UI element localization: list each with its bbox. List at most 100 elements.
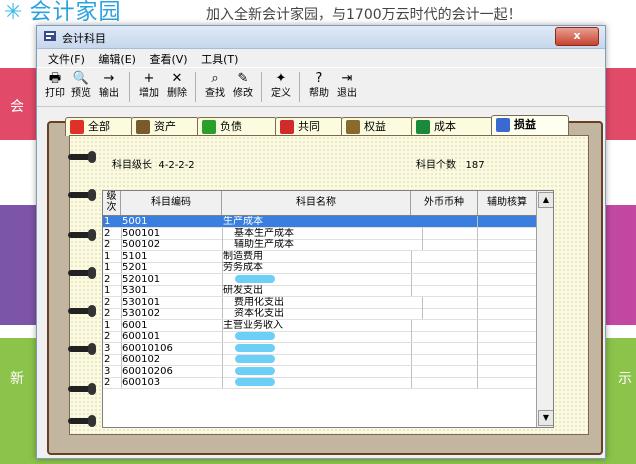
table-row[interactable]: 2 500102 辅助生产成本 xyxy=(103,239,553,251)
add-button[interactable]: + 增加 xyxy=(137,71,161,103)
cell-currency xyxy=(411,250,478,263)
cell-code: 530101 xyxy=(121,296,223,309)
table-row[interactable]: 2 500101 基本生产成本 xyxy=(103,227,553,240)
table-row[interactable]: 2 600103 xyxy=(103,377,553,389)
add-label: 增加 xyxy=(139,88,159,99)
table-row[interactable]: 2 530102 资本化支出 xyxy=(103,308,553,320)
tab-all[interactable]: 全部 xyxy=(65,117,133,136)
table-row[interactable]: 1 5101 制造费用 xyxy=(103,250,553,263)
cell-code: 60010106 xyxy=(121,342,223,355)
notebook-page: 科目级长 4-2-2-2 科目个数 187 级次 科目编码 科目名称 外币币种 … xyxy=(68,135,589,435)
help-button[interactable]: ? 帮助 xyxy=(307,71,331,103)
cell-level: 2 xyxy=(103,273,122,286)
print-button[interactable]: 🖶 打印 xyxy=(43,71,67,103)
cell-code: 520101 xyxy=(121,273,223,286)
header-currency[interactable]: 外币币种 xyxy=(411,191,478,215)
spiral-ring xyxy=(68,415,96,427)
equity-icon xyxy=(346,120,360,134)
tab-liabilities[interactable]: 负债 xyxy=(197,117,277,136)
cell-code: 600102 xyxy=(121,354,223,366)
preview-icon: 🔍 xyxy=(72,71,90,86)
cell-level: 2 xyxy=(103,308,122,320)
cell-name xyxy=(222,273,412,286)
cell-level: 2 xyxy=(103,227,122,240)
cell-level: 2 xyxy=(103,354,122,366)
cell-auxiliary xyxy=(478,239,537,251)
tab-equity[interactable]: 权益 xyxy=(341,117,413,136)
cell-code: 5001 xyxy=(121,216,223,228)
define-button[interactable]: ✦ 定义 xyxy=(269,71,293,103)
cell-name: 辅助生产成本 xyxy=(222,239,423,251)
find-button[interactable]: ⌕ 查找 xyxy=(203,71,227,103)
cell-auxiliary xyxy=(478,331,537,343)
cell-auxiliary xyxy=(478,216,537,228)
printer-icon: 🖶 xyxy=(48,71,62,86)
table-row[interactable]: 1 5001 生产成本 xyxy=(103,216,553,228)
accounts-grid[interactable]: 级次 科目编码 科目名称 外币币种 辅助核算 1 5001 生产成本 2 500101 基… xyxy=(102,190,554,428)
cell-code: 530102 xyxy=(121,308,223,320)
assets-icon xyxy=(136,120,150,134)
band-text-right: 示 xyxy=(618,371,632,387)
cost-icon xyxy=(416,120,430,134)
cell-currency xyxy=(411,227,478,240)
header-name[interactable]: 科目名称 xyxy=(222,191,411,215)
header-auxiliary[interactable]: 辅助核算 xyxy=(478,191,537,215)
close-button[interactable]: x xyxy=(555,27,599,46)
menu-file[interactable]: 文件(F) xyxy=(43,49,90,69)
scroll-up-icon[interactable]: ▲ xyxy=(538,192,553,208)
level-length-value: 4-2-2-2 xyxy=(158,160,195,171)
tab-common[interactable]: 共同 xyxy=(275,117,343,136)
tab-profit-loss[interactable]: 损益 xyxy=(491,115,569,137)
cell-currency xyxy=(411,308,478,320)
table-row[interactable]: 2 520101 xyxy=(103,273,553,286)
redacted-text xyxy=(235,343,275,352)
table-row[interactable]: 1 5301 研发支出 xyxy=(103,285,553,297)
menu-view[interactable]: 查看(V) xyxy=(144,49,192,69)
tab-equity-label: 权益 xyxy=(364,120,386,133)
tab-assets[interactable]: 资产 xyxy=(131,117,199,136)
preview-button[interactable]: 🔍 预览 xyxy=(69,71,93,103)
table-row[interactable]: 3 60010106 xyxy=(103,342,553,355)
modify-label: 修改 xyxy=(233,88,253,99)
redacted-text xyxy=(235,378,275,386)
cell-level: 1 xyxy=(103,262,122,274)
exit-button[interactable]: ⇥ 退出 xyxy=(335,71,359,103)
table-row[interactable]: 3 60010206 xyxy=(103,365,553,378)
export-button[interactable]: → 输出 xyxy=(97,71,121,103)
scroll-down-icon[interactable]: ▼ xyxy=(538,410,553,426)
delete-button[interactable]: ✕ 删除 xyxy=(165,71,189,103)
tab-cost[interactable]: 成本 xyxy=(411,117,493,136)
logo-mark-icon: ✳ xyxy=(4,0,24,25)
account-count-value: 187 xyxy=(465,160,485,171)
cell-level: 2 xyxy=(103,239,122,251)
table-row[interactable]: 2 530101 费用化支出 xyxy=(103,296,553,309)
vertical-scrollbar[interactable]: ▲ ▼ xyxy=(536,191,553,427)
site-slogan: 加入全新会计家园，与1700万云时代的会计一起！ xyxy=(206,7,522,23)
menu-bar: 文件(F) 编辑(E) 查看(V) 工具(T) xyxy=(37,49,605,67)
cell-level: 2 xyxy=(103,331,122,343)
toolbar-separator xyxy=(261,72,262,102)
cell-auxiliary xyxy=(478,285,537,297)
table-row[interactable]: 2 600102 xyxy=(103,354,553,366)
table-row[interactable]: 1 5201 劳务成本 xyxy=(103,262,553,274)
help-label: 帮助 xyxy=(309,88,329,99)
export-icon: → xyxy=(103,71,115,86)
header-code[interactable]: 科目编码 xyxy=(121,191,222,215)
header-level[interactable]: 级次 xyxy=(103,191,121,215)
modify-button[interactable]: ✎ 修改 xyxy=(231,71,255,103)
tab-liabilities-label: 负债 xyxy=(220,120,242,133)
app-icon xyxy=(44,31,56,41)
window-titlebar[interactable]: 会计科目 x xyxy=(37,26,605,49)
cell-name: 基本生产成本 xyxy=(222,227,423,240)
spiral-ring xyxy=(68,383,96,395)
cell-name: 主营业务收入 xyxy=(222,319,412,332)
account-count-label: 科目个数 xyxy=(416,160,456,171)
cell-name xyxy=(222,342,412,355)
menu-edit[interactable]: 编辑(E) xyxy=(93,49,141,69)
exit-label: 退出 xyxy=(337,88,357,99)
table-row[interactable]: 2 600101 xyxy=(103,331,553,343)
table-row[interactable]: 1 6001 主营业务收入 xyxy=(103,319,553,332)
menu-tools[interactable]: 工具(T) xyxy=(196,49,243,69)
cell-currency xyxy=(411,319,478,332)
grid-header: 级次 科目编码 科目名称 外币币种 辅助核算 xyxy=(103,191,553,216)
